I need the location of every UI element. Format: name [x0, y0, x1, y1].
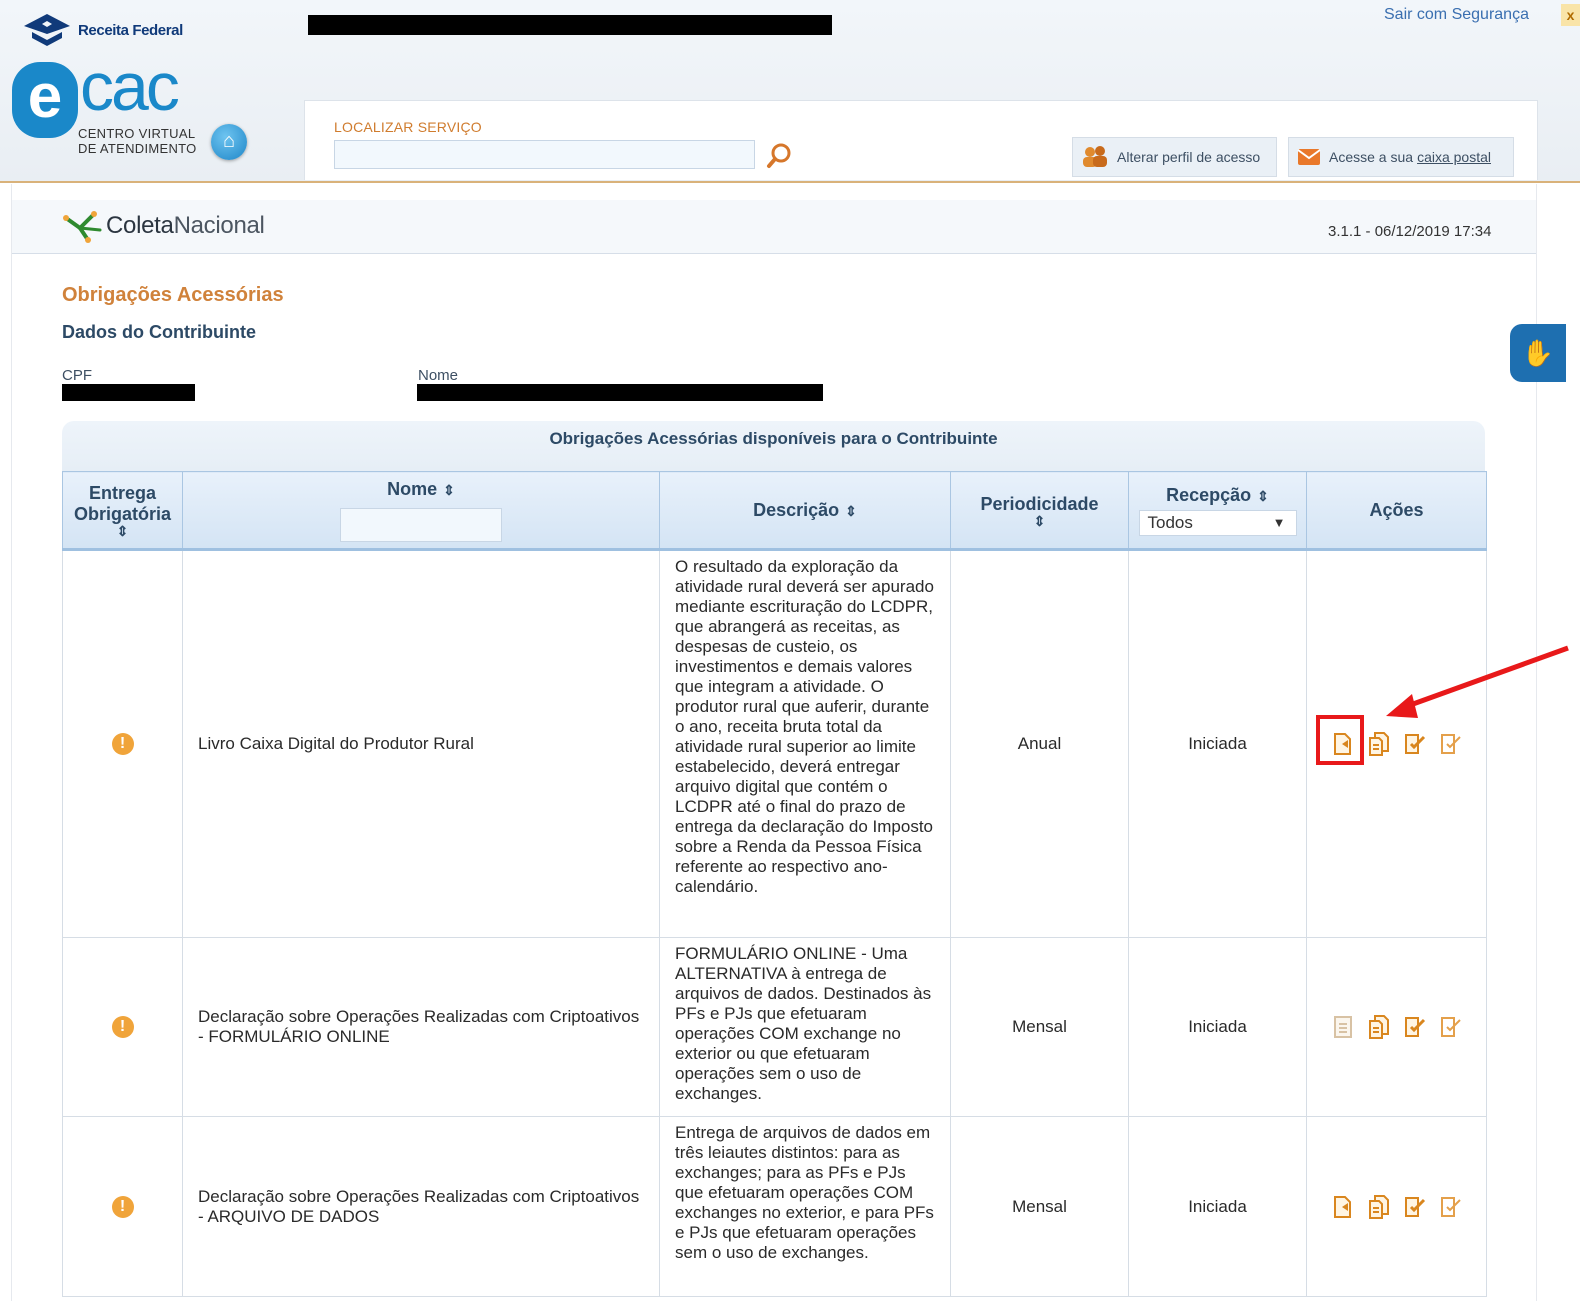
- edit-document-icon[interactable]: [1404, 1015, 1426, 1039]
- ecac-subtitle: CENTRO VIRTUAL DE ATENDIMENTO: [78, 126, 197, 156]
- name-filter-input[interactable]: [340, 507, 502, 542]
- mailbox-link[interactable]: caixa postal: [1417, 149, 1491, 165]
- ecac-subtitle-line2: DE ATENDIMENTO: [78, 141, 197, 156]
- copy-document-icon[interactable]: [1368, 1015, 1390, 1039]
- change-profile-button[interactable]: Alterar perfil de acesso: [1072, 137, 1277, 177]
- ecac-logo-word: cac: [80, 49, 180, 125]
- mandatory-cell: !: [62, 549, 183, 938]
- sort-icon[interactable]: ⇕: [67, 524, 178, 538]
- highlight-box: [1316, 715, 1364, 765]
- change-profile-label: Alterar perfil de acesso: [1117, 149, 1261, 165]
- review-document-icon[interactable]: [1440, 732, 1462, 756]
- col-header-mandatory[interactable]: Entrega Obrigatória ⇕: [62, 471, 183, 551]
- obligation-periodicity: Mensal: [950, 937, 1129, 1117]
- mailbox-prefix: Acesse a sua: [1329, 149, 1414, 165]
- name-label: Nome: [418, 367, 459, 384]
- obligation-name: Declaração sobre Operações Realizadas co…: [182, 1116, 660, 1297]
- table-header-row: Entrega Obrigatória ⇕ Nome ⇕ Descrição ⇕ P…: [62, 471, 1487, 551]
- search-label: LOCALIZAR SERVIÇO: [334, 119, 482, 135]
- sort-icon[interactable]: ⇕: [443, 482, 455, 498]
- brand-name: Receita Federal: [78, 21, 183, 39]
- table-row: ! Declaração sobre Operações Realizadas …: [62, 1116, 1487, 1297]
- version-timestamp: 3.1.1 - 06/12/2019 17:34: [1328, 223, 1492, 240]
- obligation-reception: Iniciada: [1128, 1116, 1307, 1297]
- col-header-name[interactable]: Nome ⇕: [182, 471, 660, 551]
- users-icon: [1083, 146, 1107, 167]
- obligation-description: O resultado da exploração da atividade r…: [659, 549, 951, 938]
- warning-icon: !: [111, 1195, 134, 1218]
- review-document-icon[interactable]: [1440, 1195, 1462, 1219]
- actions-cell: [1306, 937, 1487, 1117]
- obligations-table: Entrega Obrigatória ⇕ Nome ⇕ Descrição ⇕ P…: [62, 471, 1487, 1297]
- ecac-subtitle-line1: CENTRO VIRTUAL: [78, 126, 196, 141]
- redacted-bar: [308, 15, 832, 35]
- red-arrow-annotation: [1386, 645, 1569, 718]
- actions-cell: [1306, 1116, 1487, 1297]
- cpf-label: CPF: [62, 367, 92, 384]
- col-header-reception[interactable]: Recepção ⇕ Todos ▼: [1128, 471, 1307, 551]
- obligation-periodicity: Anual: [950, 549, 1129, 938]
- sort-icon[interactable]: ⇕: [955, 514, 1124, 528]
- obligation-periodicity: Mensal: [950, 1116, 1129, 1297]
- close-icon[interactable]: x: [1561, 4, 1580, 26]
- mandatory-cell: !: [62, 1116, 183, 1297]
- obligation-description: Entrega de arquivos de dados em três lei…: [659, 1116, 951, 1297]
- obligation-name: Declaração sobre Operações Realizadas co…: [182, 937, 660, 1117]
- new-declaration-icon[interactable]: [1332, 1195, 1354, 1219]
- copy-document-icon[interactable]: [1368, 1194, 1390, 1219]
- coleta-nacional-logo[interactable]: ColetaNacional: [62, 208, 265, 244]
- table-caption: Obrigações Acessórias disponíveis para o…: [62, 421, 1485, 471]
- content-border-left: [11, 184, 12, 1301]
- reception-filter-select[interactable]: Todos ▼: [1138, 509, 1297, 536]
- accessibility-hand-icon[interactable]: ✋: [1510, 324, 1566, 382]
- coleta-network-icon: [63, 211, 102, 243]
- obligation-description: FORMULÁRIO ONLINE - Uma ALTERNATIVA à en…: [659, 937, 951, 1117]
- sort-icon[interactable]: ⇕: [845, 503, 857, 519]
- table-row: ! Declaração sobre Operações Realizadas …: [62, 937, 1487, 1117]
- app-name: ColetaNacional: [106, 212, 265, 239]
- warning-icon: !: [111, 733, 134, 755]
- receita-federal-emblem-icon: [24, 14, 70, 46]
- col-header-description[interactable]: Descrição ⇕: [659, 471, 951, 551]
- online-form-icon[interactable]: [1332, 1015, 1354, 1039]
- table-row: ! Livro Caixa Digital do Produtor Rural …: [62, 549, 1487, 938]
- mail-icon: [1297, 149, 1321, 165]
- section-title: Dados do Contribuinte: [62, 322, 256, 342]
- obligation-reception: Iniciada: [1128, 549, 1307, 938]
- edit-document-icon[interactable]: [1404, 732, 1426, 756]
- sort-icon[interactable]: ⇕: [1257, 488, 1269, 504]
- mandatory-cell: !: [62, 937, 183, 1117]
- page-title: Obrigações Acessórias: [62, 284, 284, 306]
- review-document-icon[interactable]: [1440, 1015, 1462, 1039]
- search-icon[interactable]: [766, 142, 792, 170]
- search-input[interactable]: [334, 140, 755, 169]
- edit-document-icon[interactable]: [1404, 1195, 1426, 1219]
- col-header-periodicity[interactable]: Periodicidade ⇕: [950, 471, 1129, 551]
- receita-federal-logo[interactable]: Receita Federal: [22, 12, 183, 48]
- chevron-down-icon: ▼: [1272, 514, 1286, 530]
- obligation-name: Livro Caixa Digital do Produtor Rural: [182, 549, 660, 938]
- col-header-actions: Ações: [1306, 471, 1487, 551]
- secure-exit-link[interactable]: Sair com Segurança: [1384, 6, 1529, 24]
- name-value-redacted: [417, 384, 823, 401]
- obligation-reception: Iniciada: [1128, 937, 1307, 1117]
- ecac-logo-e: e: [12, 62, 78, 138]
- copy-document-icon[interactable]: [1368, 732, 1390, 756]
- mailbox-button[interactable]: Acesse a sua caixa postal: [1288, 137, 1514, 177]
- warning-icon: !: [111, 1016, 134, 1038]
- home-icon[interactable]: ⌂: [211, 124, 247, 160]
- cpf-value-redacted: [62, 384, 195, 401]
